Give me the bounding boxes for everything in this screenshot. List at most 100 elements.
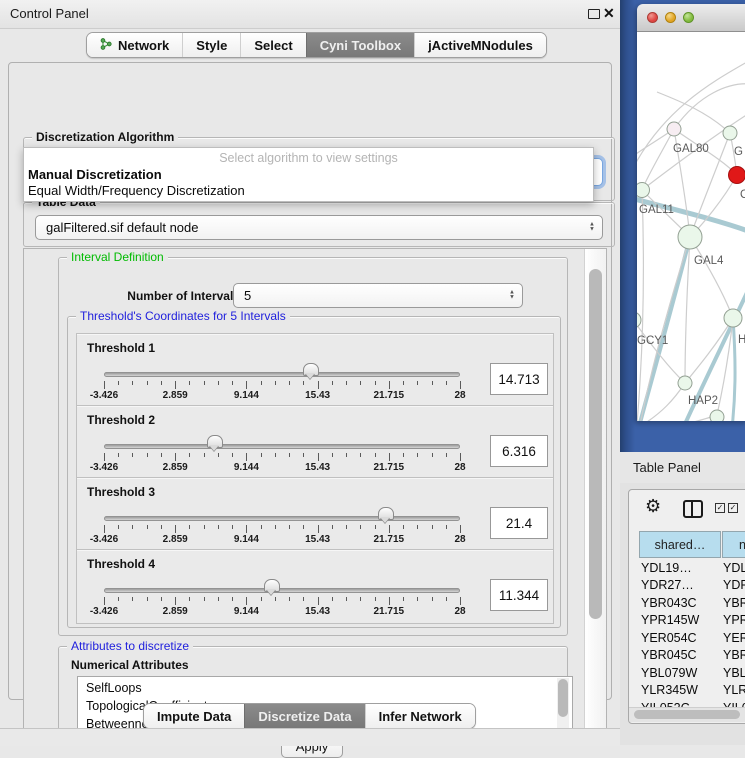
close-icon[interactable]: ✕ xyxy=(603,5,615,22)
network-node[interactable] xyxy=(637,183,650,198)
network-edge[interactable] xyxy=(690,237,733,318)
table-row-cell[interactable]: YPR1 xyxy=(723,613,745,627)
network-edge[interactable] xyxy=(637,190,643,421)
bottom-tab-discretize-data[interactable]: Discretize Data xyxy=(244,704,364,728)
table-row-cell[interactable]: YDR27… xyxy=(641,578,721,592)
slider-thumb[interactable] xyxy=(303,363,319,376)
close-traffic-light[interactable] xyxy=(647,12,658,23)
slider-tick-labels: -3.4262.8599.14415.4321.71528 xyxy=(104,462,460,474)
thresholds-title: Threshold's Coordinates for 5 Intervals xyxy=(76,309,290,323)
tab-cyni-toolbox[interactable]: Cyni Toolbox xyxy=(306,33,414,57)
network-canvas[interactable]: GAL80GCGAL11GAL4HGCY1HAP2 xyxy=(637,32,745,421)
tab-network[interactable]: Network xyxy=(87,33,182,57)
attributes-list-scrollbar[interactable] xyxy=(557,678,569,731)
table-row-cell[interactable]: YBL079W xyxy=(641,666,721,680)
table-row-cell[interactable]: YDL19… xyxy=(641,561,721,575)
tick-mark xyxy=(104,525,105,533)
slider-thumb[interactable] xyxy=(378,507,394,520)
network-node[interactable] xyxy=(729,167,745,184)
network-node[interactable] xyxy=(723,126,737,140)
threshold-slider[interactable]: -3.4262.8599.14415.4321.71528 xyxy=(104,334,460,406)
scrollbar-thumb[interactable] xyxy=(558,679,568,717)
scrollbar-thumb[interactable] xyxy=(634,710,740,719)
tab-select[interactable]: Select xyxy=(240,33,305,57)
interval-definition-group: Interval Definition Number of Intervals … xyxy=(58,257,568,636)
slider-thumb[interactable] xyxy=(207,435,223,448)
table-row-cell[interactable]: YDR2 xyxy=(723,578,745,592)
popup-option-manual-discretization[interactable]: Manual Discretization xyxy=(28,167,588,183)
slider-thumb[interactable] xyxy=(264,579,280,592)
tick-mark xyxy=(147,453,148,457)
bottom-tab-infer-network[interactable]: Infer Network xyxy=(365,704,475,728)
table-row-cell[interactable]: YLR345W xyxy=(641,683,721,697)
slider-track[interactable] xyxy=(104,516,460,521)
checkbox-icon[interactable]: ✓ xyxy=(715,503,725,513)
tick-mark xyxy=(132,381,133,385)
discretization-algorithm-title: Discretization Algorithm xyxy=(32,130,178,144)
threshold-slider[interactable]: -3.4262.8599.14415.4321.71528 xyxy=(104,406,460,478)
node-label: GAL11 xyxy=(639,204,674,216)
bottom-tab-impute-data[interactable]: Impute Data xyxy=(144,704,244,728)
network-edge[interactable] xyxy=(717,318,733,415)
slider-track[interactable] xyxy=(104,372,460,377)
tick-mark xyxy=(132,597,133,601)
zoom-traffic-light[interactable] xyxy=(683,12,694,23)
table-horizontal-scrollbar[interactable] xyxy=(629,707,745,722)
table-row-cell[interactable]: YER054C xyxy=(641,631,721,645)
network-node[interactable] xyxy=(710,410,724,421)
network-node[interactable] xyxy=(667,122,681,136)
settings-vertical-scrollbar[interactable] xyxy=(584,249,606,730)
threshold-value-field[interactable]: 21.4 xyxy=(490,507,548,539)
attribute-item[interactable]: SelfLoops xyxy=(86,679,142,697)
tick-mark xyxy=(460,381,461,389)
split-columns-icon[interactable] xyxy=(683,500,703,518)
table-row-cell[interactable]: YLR3 xyxy=(723,683,745,697)
slider-track[interactable] xyxy=(104,588,460,593)
table-row-cell[interactable]: YPR145W xyxy=(641,613,721,627)
threshold-slider[interactable]: -3.4262.8599.14415.4321.71528 xyxy=(104,478,460,550)
column-header-name[interactable]: na xyxy=(722,531,745,558)
threshold-value-field[interactable]: 11.344 xyxy=(490,579,548,611)
table-row-cell[interactable]: YBR045C xyxy=(641,648,721,662)
tick-mark xyxy=(403,381,404,385)
threshold-value-field[interactable]: 14.713 xyxy=(490,363,548,395)
slider-tick-labels: -3.4262.8599.14415.4321.71528 xyxy=(104,390,460,402)
table-data-combobox[interactable]: galFiltered.sif default node ▲▼ xyxy=(35,215,603,240)
network-edge[interactable] xyxy=(642,129,674,190)
tick-mark xyxy=(132,453,133,457)
tab-jactivemnodules[interactable]: jActiveMNodules xyxy=(414,33,546,57)
number-of-intervals-combobox[interactable]: 5 ▲▼ xyxy=(233,283,523,308)
tick-mark xyxy=(261,453,262,457)
table-row-cell[interactable]: YER0 xyxy=(723,631,745,645)
table-row-cell[interactable]: YDL1 xyxy=(723,561,745,575)
tick-mark xyxy=(204,381,205,385)
slider-track[interactable] xyxy=(104,444,460,449)
gear-icon[interactable]: ⚙ xyxy=(645,496,661,517)
threshold-slider[interactable]: -3.4262.8599.14415.4321.71528 xyxy=(104,550,460,622)
network-node[interactable] xyxy=(724,309,742,327)
minimize-traffic-light[interactable] xyxy=(665,12,676,23)
network-node[interactable] xyxy=(678,225,702,249)
tick-mark xyxy=(204,597,205,601)
float-window-icon[interactable] xyxy=(588,9,600,19)
threshold-value-field[interactable]: 6.316 xyxy=(490,435,548,467)
tick-mark xyxy=(204,453,205,457)
popup-option-equal-width-frequency[interactable]: Equal Width/Frequency Discretization xyxy=(28,183,588,199)
node-label: GCY1 xyxy=(637,335,668,347)
table-row-cell[interactable]: YBR043C xyxy=(641,596,721,610)
scrollbar-thumb[interactable] xyxy=(589,269,602,619)
network-edge[interactable] xyxy=(637,62,745,172)
checkbox-icon[interactable]: ✓ xyxy=(728,503,738,513)
tick-mark xyxy=(360,453,361,457)
column-header-shared-name[interactable]: shared… xyxy=(639,531,721,558)
table-row-cell[interactable]: YBL0 xyxy=(723,666,745,680)
network-node[interactable] xyxy=(678,376,692,390)
table-row-cell[interactable]: YBR0 xyxy=(723,648,745,662)
tab-style[interactable]: Style xyxy=(182,33,240,57)
network-window-titlebar[interactable] xyxy=(637,4,745,32)
tick-mark xyxy=(175,381,176,389)
tick-mark xyxy=(289,453,290,457)
network-node[interactable] xyxy=(637,312,641,328)
table-row-cell[interactable]: YBR0 xyxy=(723,596,745,610)
bottom-tab-label: Infer Network xyxy=(379,709,462,724)
